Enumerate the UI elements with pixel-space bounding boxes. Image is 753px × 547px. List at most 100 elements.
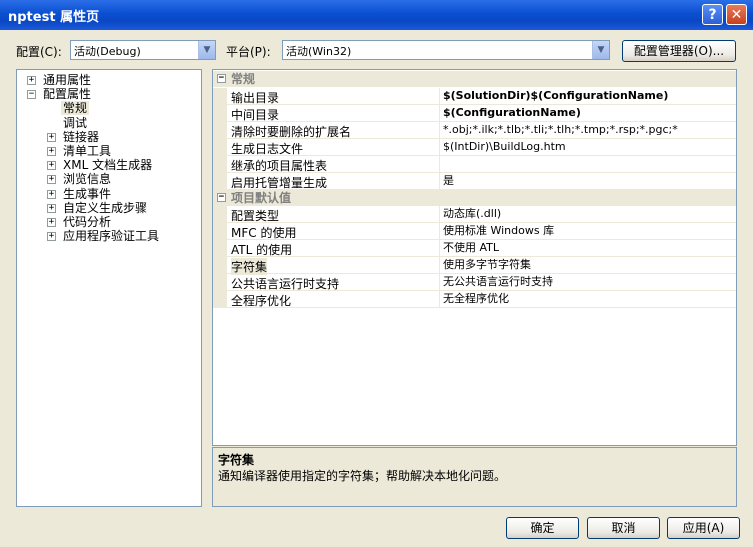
property-name: 全程序优化 [231,294,292,308]
property-value[interactable]: 动态库(.dll) [439,206,736,222]
property-value[interactable]: 无全程序优化 [439,291,736,307]
property-name: MFC 的使用 [231,226,297,240]
collapse-icon[interactable]: − [217,192,226,202]
property-value[interactable]: 无公共语言运行时支持 [439,274,736,290]
ok-button[interactable]: 确定 [506,517,579,539]
tree-item-label: 通用属性 [43,73,92,87]
description-title: 字符集 [218,453,255,467]
property-name: 输出目录 [231,90,280,105]
property-name: 清除时要删除的扩展名 [231,124,352,139]
property-name: 启用托管增量生成 [231,175,328,190]
platform-select[interactable]: 活动(Win32) ▼ [282,40,610,60]
tree-item[interactable]: + XML 文档生成器 [17,158,199,172]
tree-item[interactable]: + 代码分析 [17,215,199,229]
chevron-down-icon[interactable]: ▼ [198,41,215,59]
property-row[interactable]: 继承的项目属性表 [213,155,736,173]
tree-item[interactable]: + 通用属性 [17,73,199,87]
platform-label: 平台(P): [226,45,271,59]
chevron-down-icon[interactable]: ▼ [592,41,609,59]
property-name: 中间目录 [231,107,280,122]
config-manager-button[interactable]: 配置管理器(O)... [622,40,736,62]
row-gutter [213,291,227,308]
tree-item[interactable]: 调试 [17,116,199,130]
expand-icon[interactable]: + [47,189,56,199]
property-name: 公共语言运行时支持 [231,277,340,291]
property-value[interactable] [439,155,736,172]
property-row[interactable]: MFC 的使用 使用标准 Windows 库 [213,223,736,240]
description-text: 通知编译器使用指定的字符集；帮助解决本地化问题。 [218,469,507,483]
help-button[interactable]: ? [702,4,723,25]
tree-item[interactable]: + 清单工具 [17,144,199,158]
title-bar[interactable]: nptest 属性页 ? ✕ [0,0,753,30]
tree-item-label: 常规 [61,101,90,116]
expand-icon[interactable]: + [47,218,56,227]
property-row[interactable]: 生成日志文件 $(IntDir)\BuildLog.htm [213,138,736,156]
property-row[interactable]: 公共语言运行时支持 无公共语言运行时支持 [213,274,736,291]
property-value[interactable]: $(SolutionDir)$(ConfigurationName) [439,87,736,104]
config-select[interactable]: 活动(Debug) ▼ [70,40,216,60]
row-gutter [213,87,227,105]
property-row[interactable]: 全程序优化 无全程序优化 [213,291,736,308]
tree-item-label: 链接器 [63,129,100,144]
tree-item[interactable]: + 自定义生成步骤 [17,201,199,215]
property-value[interactable]: 使用标准 Windows 库 [439,223,736,239]
apply-button[interactable]: 应用(A) [667,517,740,539]
tree-item[interactable]: 常规 [17,101,199,116]
tree-item[interactable]: + 应用程序验证工具 [17,229,199,243]
cancel-button[interactable]: 取消 [587,517,660,539]
property-row[interactable]: 中间目录 $(ConfigurationName) [213,104,736,122]
tree-item[interactable]: + 浏览信息 [17,172,199,186]
expand-icon[interactable]: + [47,175,56,185]
grid-category-label: 常规 [231,72,256,86]
collapse-icon[interactable]: − [217,74,226,83]
window-title: nptest 属性页 [8,10,100,25]
property-value[interactable]: *.obj;*.ilk;*.tlb;*.tli;*.tlh;*.tmp;*.rs… [439,121,736,138]
property-tree[interactable]: + 通用属性 − 配置属性 常规 调试 + 链接器 + 清单工具 + XML 文档生成器 + 浏览信息 + 生… [16,69,202,507]
property-row[interactable]: 字符集 使用多字节字符集 [213,257,736,275]
tree-item-label: 自定义生成步骤 [63,200,148,215]
property-row[interactable]: ATL 的使用 不使用 ATL [213,240,736,257]
expand-icon[interactable]: + [47,203,56,213]
row-gutter [213,172,227,190]
property-row[interactable]: 配置类型 动态库(.dll) [213,206,736,223]
property-row[interactable]: 清除时要删除的扩展名 *.obj;*.ilk;*.tlb;*.tli;*.tlh;… [213,121,736,139]
property-name: 生成日志文件 [231,141,304,156]
tree-item[interactable]: + 生成事件 [17,187,199,201]
expand-icon[interactable]: + [47,132,56,142]
config-label: 配置(C): [16,45,62,59]
property-value[interactable]: $(IntDir)\BuildLog.htm [439,138,736,155]
grid-category[interactable]: − 常规 [213,71,736,87]
property-value[interactable]: 不使用 ATL [439,240,736,256]
row-gutter [213,206,227,223]
property-value[interactable]: $(ConfigurationName) [439,104,736,121]
tree-item[interactable]: + 链接器 [17,130,199,144]
row-gutter [213,240,227,257]
row-gutter [213,121,227,139]
tree-item-label: 应用程序验证工具 [63,229,160,244]
property-row[interactable]: 启用托管增量生成 是 [213,172,736,190]
tree-item[interactable]: − 配置属性 [17,87,199,101]
row-gutter [213,155,227,173]
grid-category[interactable]: − 项目默认值 [213,189,736,206]
property-value[interactable]: 使用多字节字符集 [439,257,736,273]
property-row[interactable]: 输出目录 $(SolutionDir)$(ConfigurationName) [213,87,736,105]
property-name: ATL 的使用 [231,243,293,257]
row-gutter [213,257,227,274]
grid-category-label: 项目默认值 [231,190,292,205]
description-panel: 字符集 通知编译器使用指定的字符集；帮助解决本地化问题。 [212,447,737,507]
tree-item-label: XML 文档生成器 [63,158,153,173]
expand-icon[interactable]: + [27,76,36,85]
tree-item-label: 清单工具 [63,144,112,158]
tree-item-label: 生成事件 [63,186,112,201]
close-button[interactable]: ✕ [726,4,747,25]
collapse-icon[interactable]: − [27,90,36,100]
property-name: 继承的项目属性表 [231,158,328,173]
expand-icon[interactable]: + [47,147,56,156]
expand-icon[interactable]: + [47,161,56,171]
property-value[interactable]: 是 [439,172,736,189]
row-gutter [213,138,227,156]
expand-icon[interactable]: + [47,232,56,242]
tree-item-label: 调试 [63,115,88,130]
property-grid[interactable]: − 常规 输出目录 $(SolutionDir)$(ConfigurationName… [212,69,737,446]
tree-item-label: 配置属性 [43,87,92,102]
